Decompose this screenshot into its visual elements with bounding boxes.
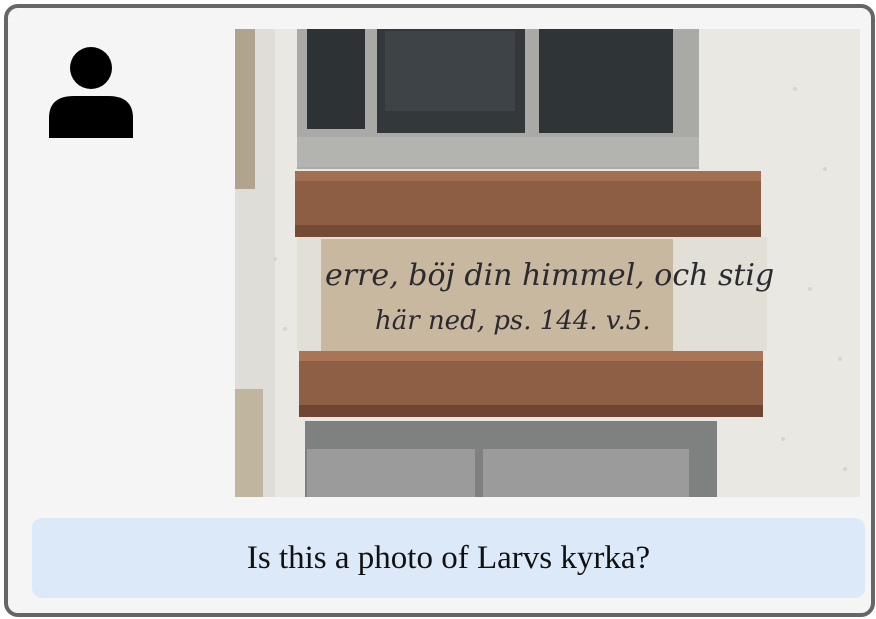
chat-card: erre, böj din himmel, och stig här ned, … — [4, 4, 875, 617]
inscription-line-1: erre, böj din himmel, och stig — [325, 258, 774, 293]
message-text: Is this a photo of Larvs kyrka? — [246, 539, 651, 576]
message-bubble: Is this a photo of Larvs kyrka? — [32, 518, 865, 598]
person-icon — [48, 46, 134, 138]
inscription-line-2: här ned, ps. 144. v.5. — [375, 306, 651, 336]
church-inscription-photo: erre, böj din himmel, och stig här ned, … — [235, 29, 860, 497]
